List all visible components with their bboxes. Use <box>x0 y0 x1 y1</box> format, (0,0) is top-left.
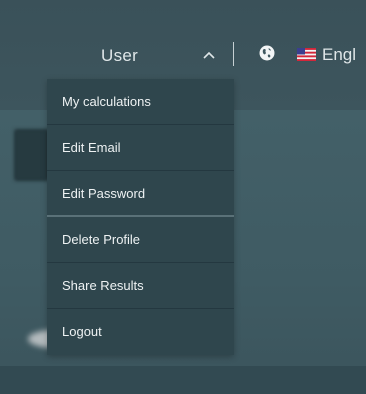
globe-icon[interactable] <box>259 45 275 61</box>
chevron-up-icon <box>203 51 215 59</box>
menu-item-edit-email[interactable]: Edit Email <box>47 125 234 171</box>
user-menu-label: User <box>101 46 139 65</box>
background-card-tab <box>15 130 47 180</box>
bottom-strip <box>0 366 366 394</box>
header-divider <box>233 42 234 66</box>
user-dropdown-menu: My calculations Edit Email Edit Password… <box>47 79 234 355</box>
menu-item-delete-profile[interactable]: Delete Profile <box>47 217 234 263</box>
menu-item-my-calculations[interactable]: My calculations <box>47 79 234 125</box>
us-flag-icon[interactable] <box>297 48 316 61</box>
menu-item-share-results[interactable]: Share Results <box>47 263 234 309</box>
language-selector-label[interactable]: Engl <box>322 45 356 65</box>
menu-item-logout[interactable]: Logout <box>47 309 234 355</box>
menu-item-edit-password[interactable]: Edit Password <box>47 171 234 217</box>
user-menu-toggle[interactable]: User <box>90 38 220 74</box>
